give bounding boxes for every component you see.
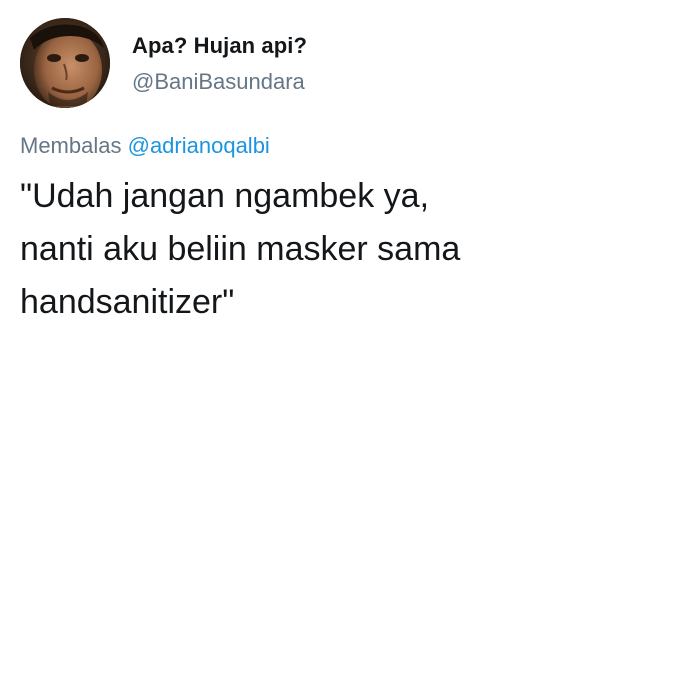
avatar[interactable] (20, 18, 110, 108)
avatar-image (20, 18, 110, 108)
reply-context: Membalas @adrianoqalbi (20, 132, 270, 160)
display-name[interactable]: Apa? Hujan api? (132, 32, 307, 60)
author-names: Apa? Hujan api? @BaniBasundara (132, 32, 307, 96)
user-handle[interactable]: @BaniBasundara (132, 68, 307, 96)
reply-prefix: Membalas (20, 133, 122, 158)
tweet-header: Apa? Hujan api? @BaniBasundara (20, 18, 307, 108)
tweet-card: Apa? Hujan api? @BaniBasundara Membalas … (0, 0, 679, 679)
tweet-text: "Udah jangan ngambek ya, nanti aku belii… (20, 177, 461, 321)
reply-mention-link[interactable]: @adrianoqalbi (128, 133, 270, 158)
